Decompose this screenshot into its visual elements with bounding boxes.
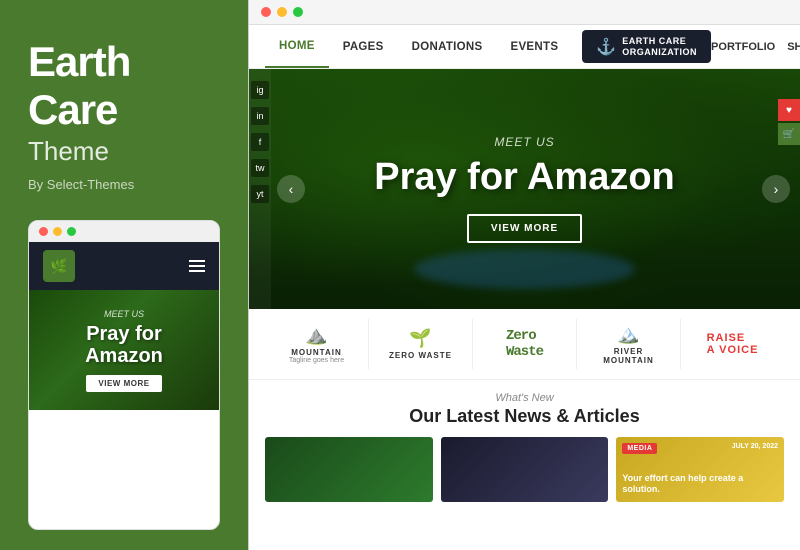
facebook-icon[interactable]: f (251, 133, 269, 151)
theme-by: By Select-Themes (28, 177, 220, 192)
news-card-3[interactable]: MEDIA JULY 20, 2022 Your effort can help… (616, 437, 784, 502)
news-card-date: JULY 20, 2022 (732, 443, 778, 450)
mobile-hero-overlay: MEET US Pray for Amazon VIEW MORE (29, 290, 219, 410)
mobile-dot-red (39, 227, 48, 236)
news-card-1[interactable] (265, 437, 433, 502)
news-card-badge: MEDIA (622, 443, 657, 454)
mobile-hero-title: Pray for Amazon (85, 323, 163, 367)
site-content-wrapper: ig in f tw yt ♥ 🛒 ‹ › MEET US Pray fo (249, 69, 800, 550)
mobile-preview: 🌿 MEET US Pray for Amazon VIEW MORE (28, 220, 220, 530)
mobile-preview-bar (29, 221, 219, 242)
nav-right-group: PORTFOLIO SHOP BLOG DONATE (711, 35, 800, 59)
news-card-2[interactable] (441, 437, 609, 502)
hero-overlay: MEET US Pray for Amazon VIEW MORE (249, 69, 800, 309)
zero-waste-logo-text: ZeroWaste (506, 328, 543, 360)
linkedin-icon[interactable]: in (251, 107, 269, 125)
hero-section: ig in f tw yt ♥ 🛒 ‹ › MEET US Pray fo (249, 69, 800, 309)
mobile-dot-yellow (53, 227, 62, 236)
social-sidebar: ig in f tw yt (249, 69, 271, 309)
news-card-text: Your effort can help create a solution. (622, 473, 778, 496)
mountain-icon: ⛰️ (305, 325, 327, 346)
raise-voice-logo-text: RAISEa Voice (707, 332, 759, 356)
browser-dot-yellow (277, 7, 287, 17)
mobile-hero: MEET US Pray for Amazon VIEW MORE (29, 290, 219, 410)
nav-shop[interactable]: SHOP (787, 41, 800, 53)
hero-prev-arrow[interactable]: ‹ (277, 175, 305, 203)
youtube-icon[interactable]: yt (251, 185, 269, 203)
theme-subtitle: Theme (28, 136, 220, 167)
whats-new-label: What's New (265, 392, 784, 404)
browser-bar (249, 0, 800, 25)
mobile-hamburger-icon[interactable] (189, 260, 205, 272)
nav-logo-text: EARTH CARE ORGANIZATION (622, 36, 697, 58)
nav-home[interactable]: HOME (265, 25, 329, 68)
plant-icon: 🌱 (409, 328, 431, 349)
river-mountain-icon: 🏔️ (617, 324, 639, 345)
nav-logo: ⚓ EARTH CARE ORGANIZATION (582, 30, 711, 64)
mobile-logo-icon: 🌿 (43, 250, 75, 282)
theme-title: Earth Care (28, 40, 220, 136)
right-panel: HOME PAGES DONATIONS EVENTS ⚓ EARTH CARE… (248, 0, 800, 550)
nav-logo-icon: ⚓ (596, 37, 616, 57)
nav-portfolio[interactable]: PORTFOLIO (711, 41, 775, 53)
logo-mountain: ⛰️ MOUNTAIN Tagline goes here (265, 319, 369, 369)
cart-icon[interactable]: 🛒 (778, 123, 800, 145)
browser-dot-red (261, 7, 271, 17)
mobile-nav: 🌿 (29, 242, 219, 290)
logos-strip: ⛰️ MOUNTAIN Tagline goes here 🌱 ZERO WAS… (249, 309, 800, 380)
news-cards-row: MEDIA JULY 20, 2022 Your effort can help… (265, 437, 784, 502)
mobile-meet-us-label: MEET US (104, 309, 144, 319)
logo-zero-waste-2: ZeroWaste (473, 319, 577, 369)
left-panel: Earth Care Theme By Select-Themes 🌿 MEET… (0, 0, 248, 550)
news-section: What's New Our Latest News & Articles ME… (249, 380, 800, 510)
nav-donations[interactable]: DONATIONS (398, 25, 497, 68)
instagram-icon[interactable]: ig (251, 81, 269, 99)
hero-right-icons: ♥ 🛒 (778, 99, 800, 145)
mobile-view-more-button[interactable]: VIEW MORE (86, 375, 161, 392)
logo-river-mountain: 🏔️ RIVERMOUNTAIN (577, 319, 681, 369)
wishlist-icon[interactable]: ♥ (778, 99, 800, 121)
twitter-icon[interactable]: tw (251, 159, 269, 177)
nav-pages[interactable]: PAGES (329, 25, 398, 68)
site-nav: HOME PAGES DONATIONS EVENTS ⚓ EARTH CARE… (249, 25, 800, 69)
mobile-dot-green (67, 227, 76, 236)
hero-meet-us-label: MEET US (494, 135, 554, 149)
logo-raise-voice: RAISEa Voice (681, 319, 784, 369)
hero-view-more-button[interactable]: VIEW MORE (467, 214, 582, 243)
news-section-title: Our Latest News & Articles (265, 406, 784, 427)
logo-zero-waste-1: 🌱 ZERO WASTE (369, 319, 473, 369)
hero-main-title: Pray for Amazon (374, 157, 675, 199)
hero-next-arrow[interactable]: › (762, 175, 790, 203)
browser-dot-green (293, 7, 303, 17)
nav-events[interactable]: EVENTS (496, 25, 572, 68)
